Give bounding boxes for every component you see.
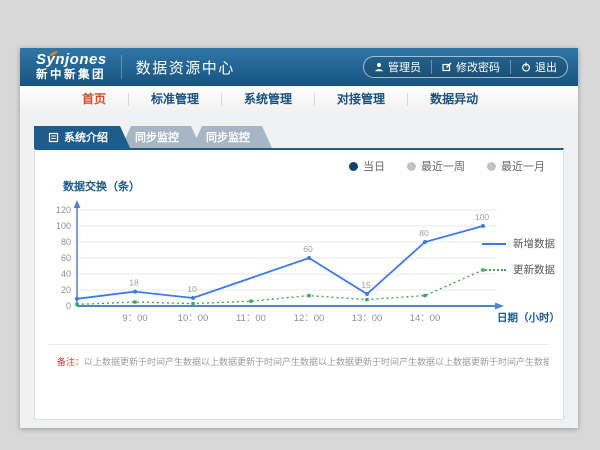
data-point bbox=[307, 294, 310, 297]
nav-item-home[interactable]: 首页 bbox=[60, 93, 129, 106]
main-nav: 首页标准管理系统管理对接管理数据异动 bbox=[20, 86, 578, 113]
footer-note: 备注：以上数据更新于时间产生数据以上数据更新于时间产生数据以上数据更新于时间产生… bbox=[49, 344, 549, 368]
x-tick-label: 9：00 bbox=[122, 313, 147, 324]
user-menu-logout[interactable]: 退出 bbox=[510, 60, 567, 74]
y-tick-label: 120 bbox=[56, 205, 71, 215]
tab-bar: 系统介绍 同步监控 同步监控 bbox=[34, 126, 564, 148]
chart-legend: 新增数据更新数据 bbox=[482, 236, 555, 288]
user-menu-label: 退出 bbox=[535, 59, 557, 75]
data-point bbox=[191, 296, 195, 300]
radio-dot-icon bbox=[407, 162, 416, 171]
radio-last-month[interactable]: 最近一月 bbox=[487, 158, 545, 174]
x-tick-label: 10：00 bbox=[178, 313, 209, 324]
legend-line-swatch bbox=[482, 243, 506, 245]
time-range-filter: 当日 最近一周 最近一月 bbox=[49, 158, 549, 174]
tab-label: 同步监控 bbox=[206, 129, 250, 145]
legend-label: 更新数据 bbox=[513, 262, 555, 277]
y-tick-label: 40 bbox=[61, 269, 71, 279]
y-tick-label: 100 bbox=[56, 221, 71, 231]
data-point bbox=[75, 303, 78, 306]
data-point bbox=[307, 256, 311, 260]
user-menu-change-password[interactable]: 修改密码 bbox=[431, 60, 510, 74]
note-text: 以上数据更新于时间产生数据以上数据更新于时间产生数据以上数据更新于时间产生数据以… bbox=[84, 357, 549, 367]
nav-item-interface-mgmt[interactable]: 对接管理 bbox=[315, 93, 408, 106]
person-icon bbox=[374, 62, 384, 72]
data-point-label: 100 bbox=[475, 212, 489, 222]
data-point bbox=[75, 297, 79, 301]
data-point bbox=[133, 290, 137, 294]
logo-text-cn: 新中新集团 bbox=[36, 70, 107, 82]
data-point bbox=[191, 302, 194, 305]
dashboard-panel: 当日 最近一周 最近一月 数据交换（条） 0 20 40 60 80 100 120 9：00 10… bbox=[34, 148, 564, 420]
user-menu-label: 管理员 bbox=[388, 59, 421, 75]
data-point-label: 15 bbox=[361, 280, 371, 290]
radio-today[interactable]: 当日 bbox=[349, 158, 385, 174]
power-icon bbox=[521, 62, 531, 72]
y-tick-label: 60 bbox=[61, 253, 71, 263]
legend-label: 新增数据 bbox=[513, 236, 555, 251]
tab-sync-monitor-2[interactable]: 同步监控 bbox=[192, 126, 272, 148]
radio-dot-icon bbox=[487, 162, 496, 171]
legend-line-swatch bbox=[482, 269, 506, 271]
nav-item-data-change[interactable]: 数据异动 bbox=[408, 93, 500, 106]
y-tick-label: 20 bbox=[61, 285, 71, 295]
data-point bbox=[249, 300, 252, 303]
tab-label: 系统介绍 bbox=[64, 129, 108, 145]
data-point-label: 18 bbox=[129, 278, 139, 288]
legend-item-0: 新增数据 bbox=[482, 236, 555, 251]
data-point-label: 10 bbox=[187, 284, 197, 294]
data-point bbox=[423, 240, 427, 244]
data-point bbox=[365, 298, 368, 301]
line-chart: 0 20 40 60 80 100 120 9：00 10：00 11：00 12：00 13：00 1… bbox=[49, 194, 509, 340]
tab-label: 同步监控 bbox=[135, 129, 179, 145]
radio-last-week[interactable]: 最近一周 bbox=[407, 158, 465, 174]
x-tick-label: 13：00 bbox=[352, 313, 383, 324]
x-tick-label: 14：00 bbox=[410, 313, 441, 324]
y-axis-arrow-icon bbox=[74, 200, 81, 208]
data-point bbox=[365, 292, 369, 296]
logo-text-en: Synjones bbox=[36, 52, 107, 67]
data-point bbox=[481, 224, 485, 228]
user-pill: 管理员 修改密码 退出 bbox=[363, 56, 568, 78]
chart-area: 0 20 40 60 80 100 120 9：00 10：00 11：00 12：00 13：00 1… bbox=[49, 194, 549, 340]
y-tick-label: 0 bbox=[66, 301, 71, 311]
data-point-label: 60 bbox=[303, 244, 313, 254]
radio-dot-icon bbox=[349, 162, 358, 171]
tab-system-intro[interactable]: 系统介绍 bbox=[34, 126, 130, 148]
radio-label: 最近一周 bbox=[421, 158, 465, 174]
edit-icon bbox=[442, 62, 452, 72]
app-title: 数据资源中心 bbox=[136, 57, 235, 78]
y-axis-title: 数据交换（条） bbox=[63, 178, 549, 192]
radio-label: 最近一月 bbox=[501, 158, 545, 174]
top-header: Synjones 新中新集团 数据资源中心 管理员 修改密码 退出 bbox=[20, 48, 578, 86]
legend-item-1: 更新数据 bbox=[482, 262, 555, 277]
x-tick-label: 12：00 bbox=[294, 313, 325, 324]
nav-item-standard-mgmt[interactable]: 标准管理 bbox=[129, 93, 222, 106]
header-divider bbox=[121, 55, 122, 79]
data-point-label: 80 bbox=[419, 228, 429, 238]
nav-item-system-mgmt[interactable]: 系统管理 bbox=[222, 93, 315, 106]
company-logo: Synjones 新中新集团 bbox=[36, 52, 107, 82]
tab-sync-monitor-1[interactable]: 同步监控 bbox=[121, 126, 201, 148]
content-area: 系统介绍 同步监控 同步监控 当日 最近一周 最近一月 数据交换（条） 0 20 40 60 8… bbox=[20, 112, 578, 428]
radio-label: 当日 bbox=[363, 158, 385, 174]
x-axis-arrow-icon bbox=[495, 303, 504, 310]
data-point bbox=[423, 294, 426, 297]
document-icon bbox=[48, 132, 59, 143]
data-point bbox=[133, 300, 136, 303]
note-prefix: 备注： bbox=[57, 357, 84, 367]
user-menu-label: 修改密码 bbox=[456, 59, 500, 75]
x-tick-label: 11：00 bbox=[236, 313, 266, 324]
x-axis-title: 日期（小时） bbox=[497, 310, 560, 325]
user-menu-admin[interactable]: 管理员 bbox=[364, 60, 431, 74]
app-window: Synjones 新中新集团 数据资源中心 管理员修改密码退出 首页标准管理系统… bbox=[20, 48, 578, 428]
y-tick-label: 80 bbox=[61, 237, 71, 247]
